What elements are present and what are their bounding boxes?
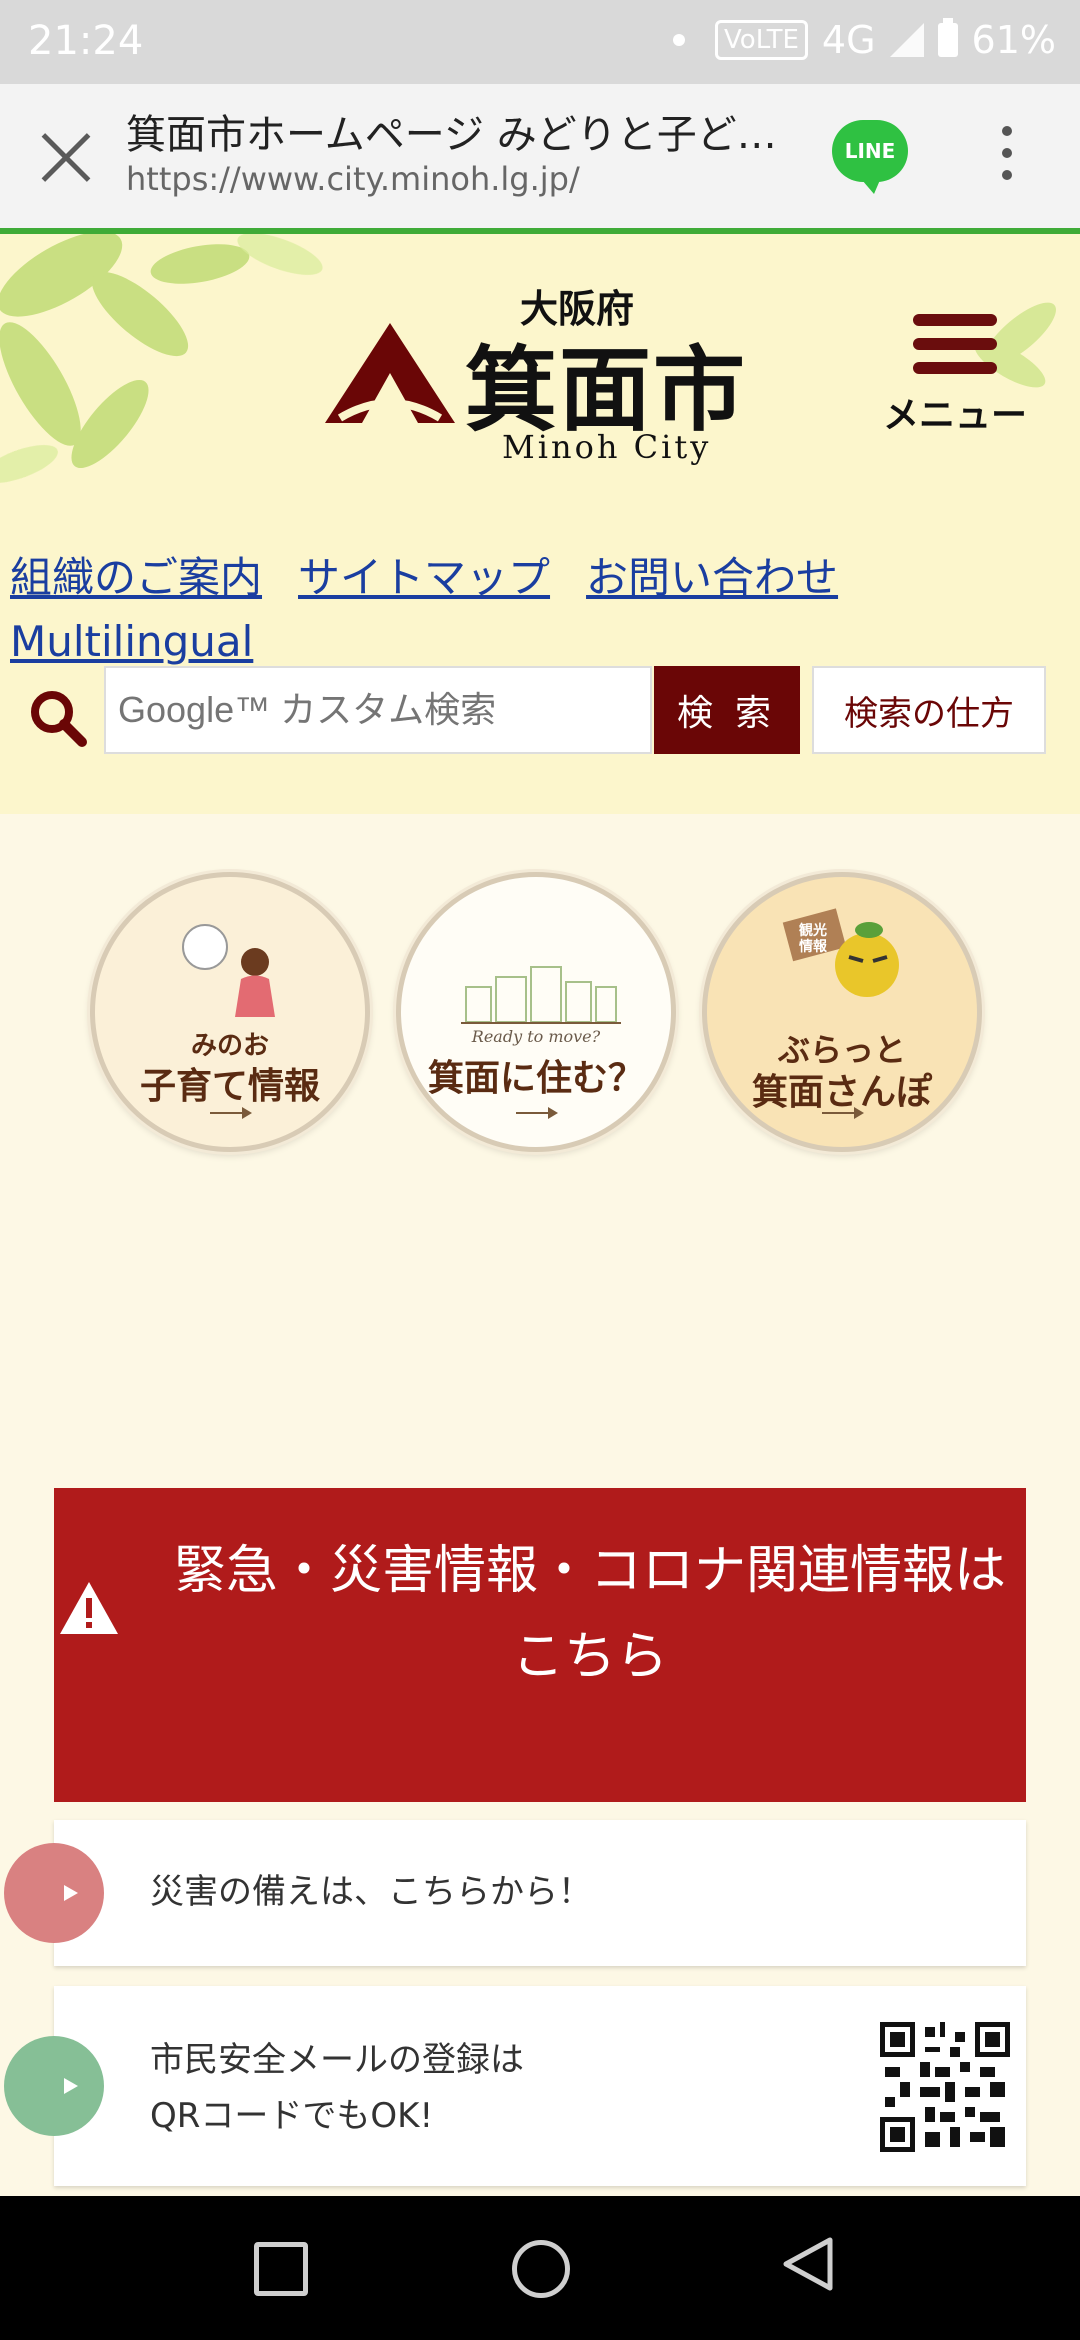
tourism-sign-label: 観光情報 — [799, 923, 827, 955]
warning-icon — [60, 1582, 118, 1634]
emergency-info-banner[interactable]: 緊急・災害情報・コロナ関連情報はこちら — [54, 1488, 1026, 1802]
search-input[interactable] — [104, 666, 652, 754]
qr-code-icon — [880, 2022, 1010, 2152]
back-icon[interactable] — [780, 2236, 836, 2292]
city-emblem-icon — [325, 323, 455, 423]
signal-icon — [889, 23, 924, 57]
network-type: 4G — [821, 18, 876, 62]
disaster-prep-card[interactable]: 災害の備えは、こちらから！ — [4, 1820, 1026, 1966]
walk-big-label: 箕面さんぽ — [751, 1071, 932, 1113]
link-organization[interactable]: 組織のご案内 — [10, 553, 262, 602]
living-small-label: Ready to move? — [471, 1027, 601, 1046]
search-icon — [31, 691, 87, 747]
yuzuru-mascot-icon — [782, 908, 899, 997]
recent-apps-icon[interactable] — [254, 2242, 308, 2296]
arrow-right-icon — [516, 1107, 558, 1119]
menu-button[interactable]: メニュー — [870, 314, 1040, 444]
system-nav-bar — [0, 2196, 1080, 2340]
link-contact[interactable]: お問い合わせ — [586, 553, 838, 602]
line-share-icon[interactable]: LINE — [832, 120, 908, 194]
hamburger-icon — [870, 314, 1040, 374]
volte-icon: VoLTE — [715, 20, 808, 60]
live-in-minoh-button[interactable]: Ready to move? 箕面に住む？ — [396, 872, 676, 1152]
safety-mail-line2: QRコードでもOK! — [150, 2096, 434, 2136]
safety-mail-text: 市民安全メールの登録は QRコードでもOK! — [150, 2032, 524, 2144]
safety-mail-card[interactable]: 市民安全メールの登録は QRコードでもOK! — [4, 1986, 1026, 2186]
browser-toolbar: 箕面市ホームページ みどりと子ど… https://www.city.minoh… — [0, 84, 1080, 234]
site-header: 大阪府 箕面市 Minoh City メニュー 組織のご案内 サイトマップ お問い合… — [0, 234, 1080, 814]
arrow-right-icon — [4, 2036, 104, 2136]
notification-dot-icon — [673, 34, 686, 46]
city-name-en: Minoh City — [502, 428, 712, 466]
childcare-info-button[interactable]: みのお 子育て情報 — [90, 872, 370, 1152]
mother-illustration-icon — [182, 924, 275, 1017]
battery-icon — [937, 18, 958, 57]
arrow-right-icon — [4, 1843, 104, 1943]
status-bar: 21:24 VoLTE 4G 61% — [0, 0, 1080, 84]
home-icon[interactable] — [512, 2240, 570, 2298]
more-options-icon[interactable] — [1000, 126, 1014, 186]
disaster-prep-text: 災害の備えは、こちらから！ — [150, 1872, 592, 1912]
safety-mail-line1: 市民安全メールの登録は — [150, 2040, 524, 2080]
search-howto-button[interactable]: 検索の仕方 — [812, 666, 1046, 754]
browser-url[interactable]: https://www.city.minoh.lg.jp/ — [126, 160, 580, 198]
browser-page-title: 箕面市ホームページ みどりと子ど… — [126, 112, 777, 158]
minoh-walk-button[interactable]: 観光情報 ぶらっと 箕面さんぽ — [702, 872, 982, 1152]
search-bar: 検 索 検索の仕方 — [0, 666, 1080, 762]
childcare-big-label: 子育て情報 — [139, 1065, 320, 1107]
close-icon[interactable] — [38, 130, 94, 186]
leaves-decoration-icon — [0, 234, 323, 483]
arrow-right-icon — [822, 1107, 864, 1119]
header-links: 組織のご案内 サイトマップ お問い合わせ Multilingual — [10, 546, 1070, 674]
search-button[interactable]: 検 索 — [654, 666, 800, 754]
site-logo[interactable]: 大阪府 箕面市 Minoh City — [320, 278, 745, 466]
arrow-right-icon — [210, 1107, 252, 1119]
link-sitemap[interactable]: サイトマップ — [298, 553, 550, 602]
emergency-text: 緊急・災害情報・コロナ関連情報はこちら — [173, 1541, 1006, 1687]
status-time: 21:24 — [28, 18, 144, 64]
menu-label: メニュー — [882, 395, 1027, 436]
houses-illustration-icon — [461, 966, 621, 1024]
link-multilingual[interactable]: Multilingual — [10, 617, 253, 666]
feature-circles: みのお 子育て情報 Ready to move? 箕面に住む？ 観光情報 ぶらっ… — [0, 872, 1080, 1172]
battery-percent: 61% — [971, 18, 1056, 62]
status-icons: VoLTE 4G 61% — [673, 18, 1056, 62]
living-big-label: 箕面に住む？ — [427, 1057, 644, 1099]
